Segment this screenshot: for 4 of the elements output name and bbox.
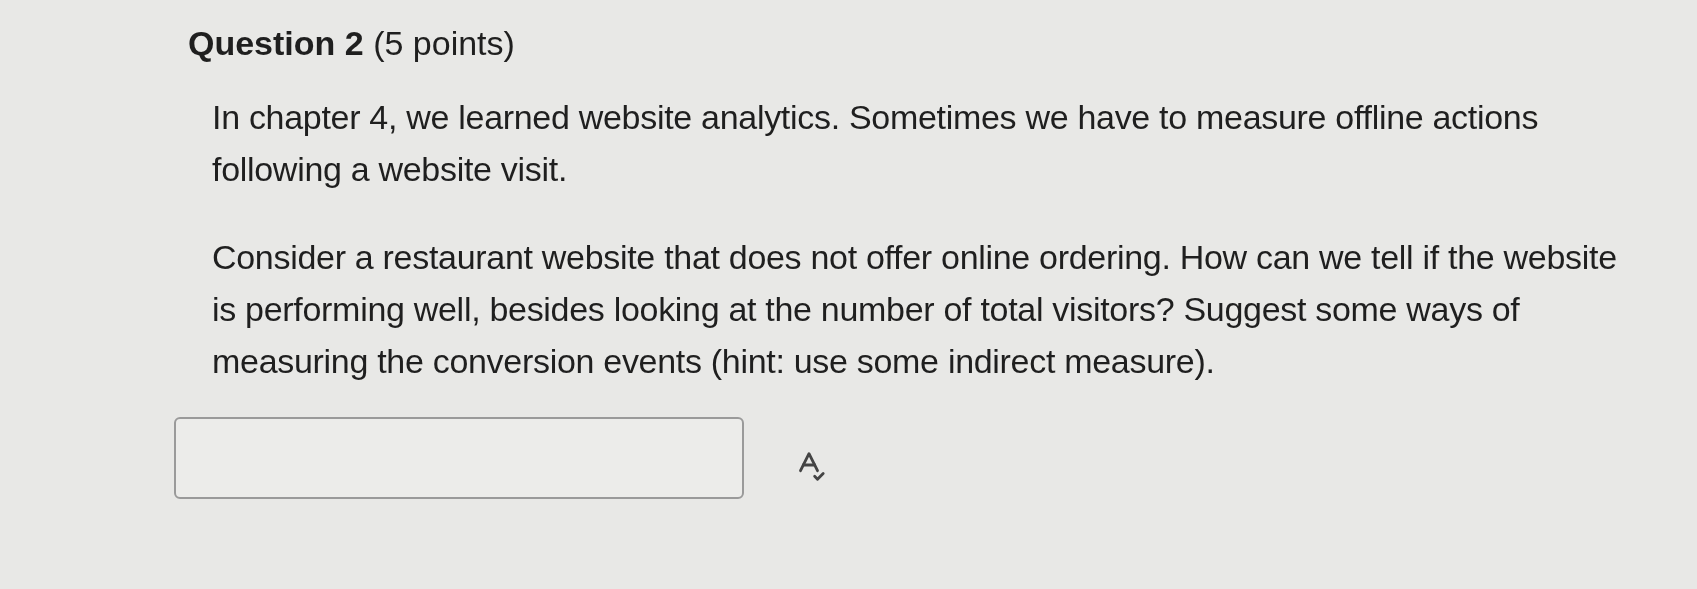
question-title: Question 2 (5 points)	[188, 23, 515, 64]
question-text: Consider a restaurant website that does not offer online ordering. How can we tell if the website is performing well, besides looking at the number of total visitors? Suggest some ways of measuring the conversion events (hint: use some indirect measure).	[212, 237, 1618, 382]
answer-field[interactable]	[174, 417, 744, 499]
question-text: In chapter 4, we learned website analytics. Sometimes we have to measure offline actions following a website visit.	[212, 97, 1540, 190]
